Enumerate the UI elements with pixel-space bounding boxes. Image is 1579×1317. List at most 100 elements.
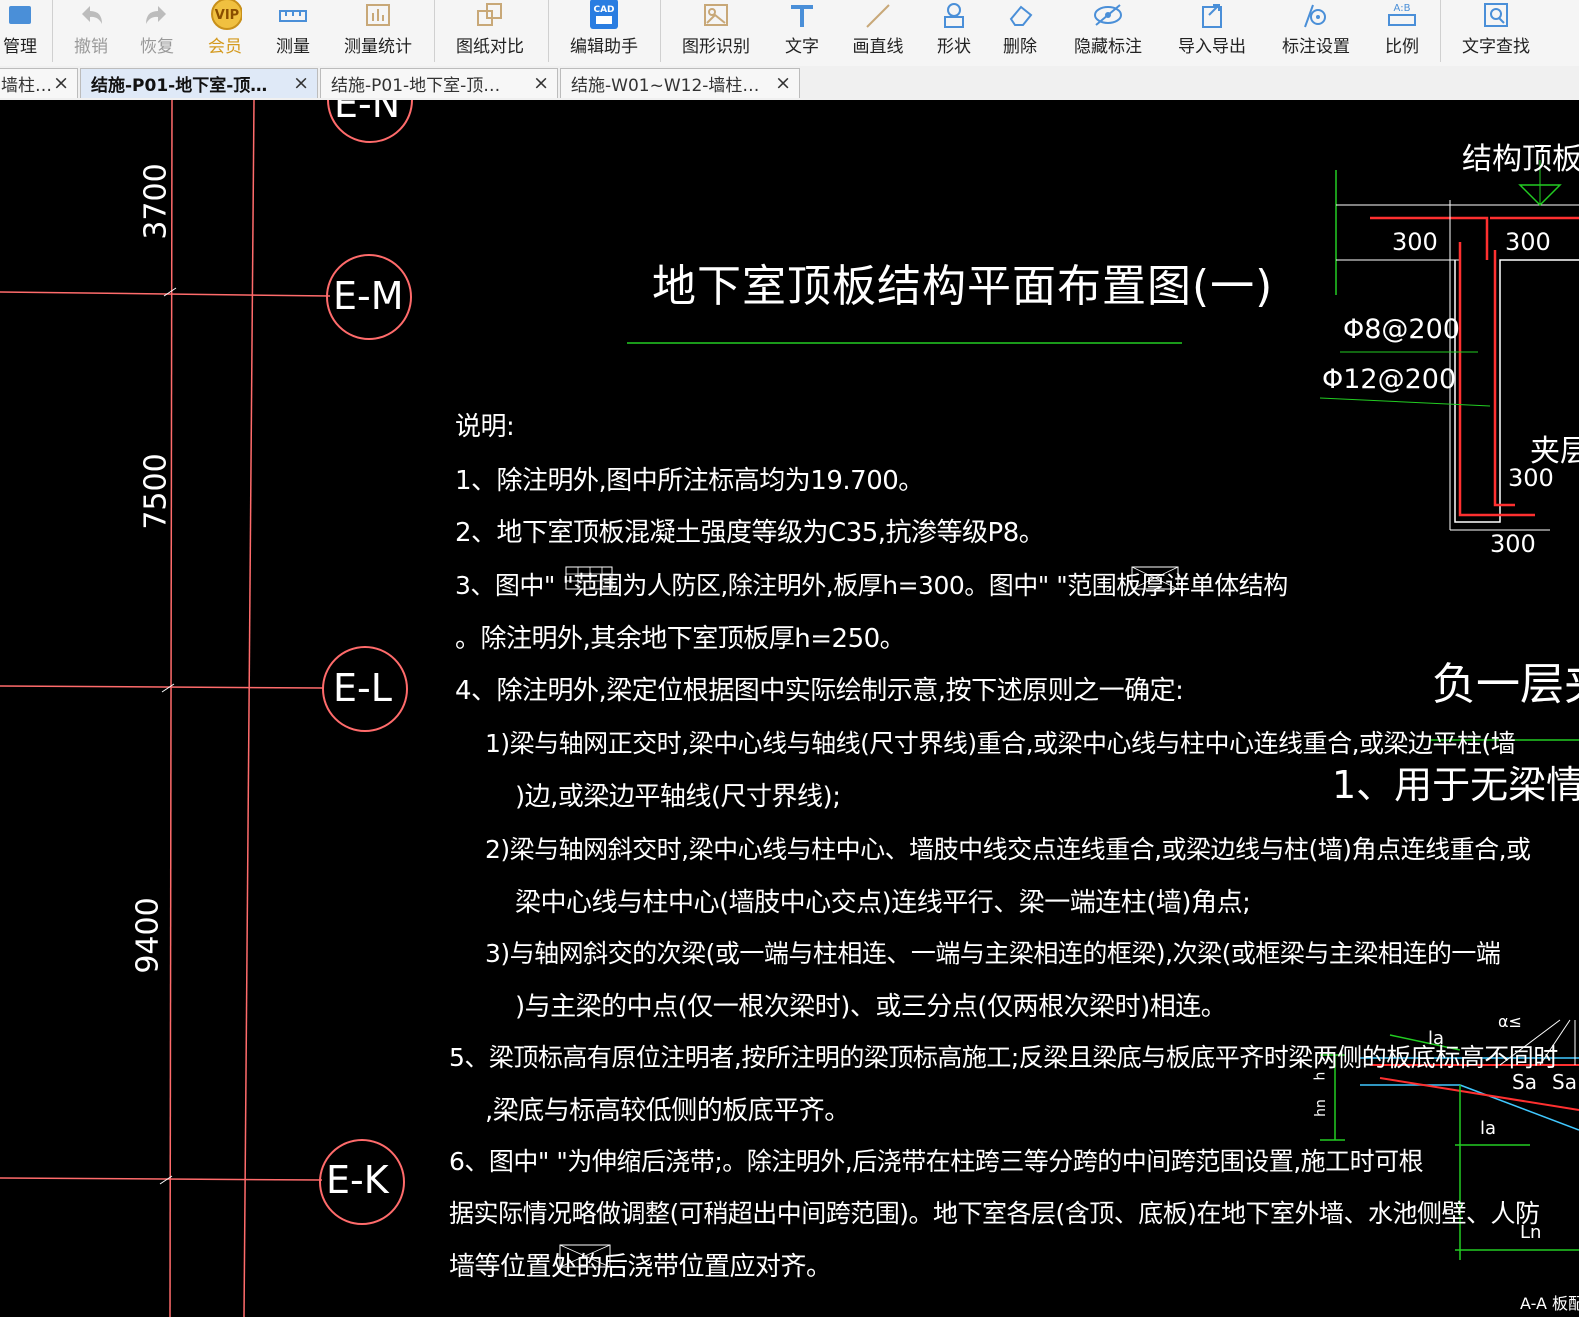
note-line: 1、除注明外,图中所注标高均为19.700。 (455, 466, 924, 496)
ratio-badge: A:B (1394, 3, 1411, 14)
text-icon (785, 0, 819, 29)
detail-label: A-A 板配 (1520, 1294, 1579, 1313)
annotation-settings-button[interactable]: 标注设置 (1278, 0, 1354, 66)
scale-icon: A:B (1385, 0, 1419, 29)
vip-icon: VIP (208, 0, 242, 30)
compare-button[interactable]: 图纸对比 (452, 0, 528, 66)
shape-label: 形状 (937, 37, 971, 57)
text-search-label: 文字查找 (1462, 37, 1530, 57)
toolbar-separator (548, 0, 549, 62)
delete-button[interactable]: 删除 (1000, 0, 1040, 66)
note-line: 梁中心线与柱中心(墙肢中心交点)连线平行、梁一端连柱(墙)角点; (515, 888, 1251, 918)
note-line: 墙等位置处的后浇带位置应对齐。 (449, 1252, 832, 1282)
text-button[interactable]: 文字 (784, 0, 820, 66)
close-icon[interactable]: × (533, 72, 549, 94)
detail-label: Ln (1520, 1222, 1542, 1243)
vip-button[interactable]: VIP 会员 (202, 0, 248, 66)
import-export-label: 导入导出 (1178, 37, 1246, 57)
dimension-9400: 9400 (130, 897, 166, 974)
detail-top-label: 结构顶板面 (1462, 142, 1579, 177)
detail-dim: 300 (1490, 530, 1536, 558)
note-line: 据实际情况略做调整(可稍超出中间跨范围)。地下室各层(含顶、底板)在地下室外墙、… (449, 1199, 1540, 1228)
measure-label: 测量 (276, 37, 310, 57)
delete-label: 删除 (1003, 37, 1037, 57)
undo-label: 撤销 (74, 37, 108, 57)
shape-recognize-label: 图形识别 (682, 37, 750, 57)
line-icon (861, 0, 895, 29)
detail-label: Sa (1552, 1070, 1577, 1094)
note-line: 6、图中" "为伸缩后浇带;。除注明外,后浇带在柱跨三等分跨的中间跨范围设置,施… (449, 1147, 1424, 1176)
measure-button[interactable]: 测量 (270, 0, 316, 66)
annotation-settings-label: 标注设置 (1282, 37, 1350, 57)
tab-basement-roof-1[interactable]: 结施-P01-地下室-顶… × (80, 68, 318, 98)
document-tabbar: 墙柱… × 结施-P01-地下室-顶… × 结施-P01-地下室-顶… × 结施… (0, 66, 1579, 102)
close-icon[interactable]: × (53, 72, 69, 94)
drawing-canvas[interactable]: 3700 7500 9400 E-N E-M E-L E-K 地下室顶板结构平面… (0, 100, 1579, 1317)
compare-label: 图纸对比 (456, 37, 524, 57)
close-icon[interactable]: × (293, 72, 309, 94)
measure-stats-button[interactable]: 测量统计 (340, 0, 416, 66)
section-title: 负一层夹 (1432, 659, 1579, 710)
notes-heading: 说明: (455, 412, 515, 442)
toolbar-separator (434, 0, 435, 62)
compare-icon (473, 0, 507, 29)
gear-icon (1299, 0, 1333, 29)
tab-label: 结施-W01~W12-墙柱… (571, 76, 760, 96)
detail-label: la (1480, 1118, 1497, 1139)
drawing-title: 地下室顶板结构平面布置图(一) (652, 261, 1274, 312)
toolbar-separator (1440, 0, 1441, 62)
edit-assistant-label: 编辑助手 (570, 37, 638, 57)
close-icon[interactable]: × (775, 72, 791, 94)
tab-label: 结施-P01-地下室-顶… (331, 76, 501, 96)
hide-annotation-button[interactable]: 隐藏标注 (1070, 0, 1146, 66)
detail-mid-label: 夹层 (1530, 434, 1579, 469)
dimension-3700: 3700 (138, 163, 174, 240)
toolbar-separator (660, 0, 661, 62)
note-line: 3)与轴网斜交的次梁(或一端与柱相连、一端与主梁相连的框梁),次梁(或框梁与主梁… (485, 939, 1501, 968)
rebar-label: Φ12@200 (1322, 364, 1457, 395)
search-icon (1479, 0, 1513, 29)
shape-button[interactable]: 形状 (934, 0, 974, 66)
tab-label: 墙柱… (1, 76, 52, 96)
main-toolbar: 管理 撤销 恢复 VIP 会员 测量 测量统计 图纸对比 CAD 编辑助手 图形… (0, 0, 1579, 67)
toolbar-separator (52, 0, 53, 62)
note-line: 4、除注明外,梁定位根据图中实际绘制示意,按下述原则之一确定: (455, 676, 1184, 706)
tab-wall-column-w01[interactable]: 结施-W01~W12-墙柱… × (560, 68, 800, 98)
dimension-7500: 7500 (138, 453, 174, 530)
rebar-label: Φ8@200 (1343, 314, 1460, 345)
eye-hidden-icon (1091, 0, 1125, 29)
detail-dim: 300 (1505, 228, 1551, 256)
tab-label: 结施-P01-地下室-顶… (91, 76, 268, 96)
note-line: 5、梁顶标高有原位注明者,按所注明的梁顶标高施工;反梁且梁底与板底平齐时梁两侧的… (449, 1043, 1558, 1072)
tab-wall-column[interactable]: 墙柱… × (0, 68, 78, 98)
vip-label: 会员 (208, 37, 242, 57)
detail-label: hn (1312, 1099, 1329, 1117)
redo-button[interactable]: 恢复 (134, 0, 180, 66)
shape-recognize-icon (699, 0, 733, 29)
ruler-icon (276, 0, 310, 29)
detail-dim: 300 (1392, 228, 1438, 256)
note-line: 2)梁与轴网斜交时,梁中心线与柱中心、墙肢中线交点连线重合,或梁边线与柱(墙)角… (485, 835, 1531, 864)
eraser-icon (1003, 0, 1037, 29)
cad-badge: CAD (593, 5, 614, 15)
text-search-button[interactable]: 文字查找 (1458, 0, 1534, 66)
scale-button[interactable]: A:B 比例 (1382, 0, 1422, 66)
axis-label-ek: E-K (326, 1158, 389, 1202)
detail-label: α≤ (1498, 1012, 1522, 1031)
note-line: ,梁底与标高较低侧的板底平齐。 (485, 1096, 850, 1126)
manage-button[interactable]: 管理 (0, 0, 40, 66)
measure-stats-label: 测量统计 (344, 37, 412, 57)
undo-button[interactable]: 撤销 (68, 0, 114, 66)
redo-icon (140, 0, 174, 29)
tab-basement-roof-2[interactable]: 结施-P01-地下室-顶… × (320, 68, 558, 98)
import-export-button[interactable]: 导入导出 (1174, 0, 1250, 66)
undo-icon (74, 0, 108, 29)
text-label: 文字 (785, 37, 819, 57)
section-note: 1、用于无梁情况下挂 (1332, 763, 1579, 807)
edit-assistant-button[interactable]: CAD 编辑助手 (566, 0, 642, 66)
draw-line-button[interactable]: 画直线 (850, 0, 906, 66)
cad-icon: CAD (587, 0, 621, 29)
detail-label: h (1312, 1071, 1329, 1081)
note-line: 3、图中" "范围为人防区,除注明外,板厚h=300。图中" "范围板厚详单体结… (455, 571, 1288, 600)
shape-recognize-button[interactable]: 图形识别 (678, 0, 754, 66)
